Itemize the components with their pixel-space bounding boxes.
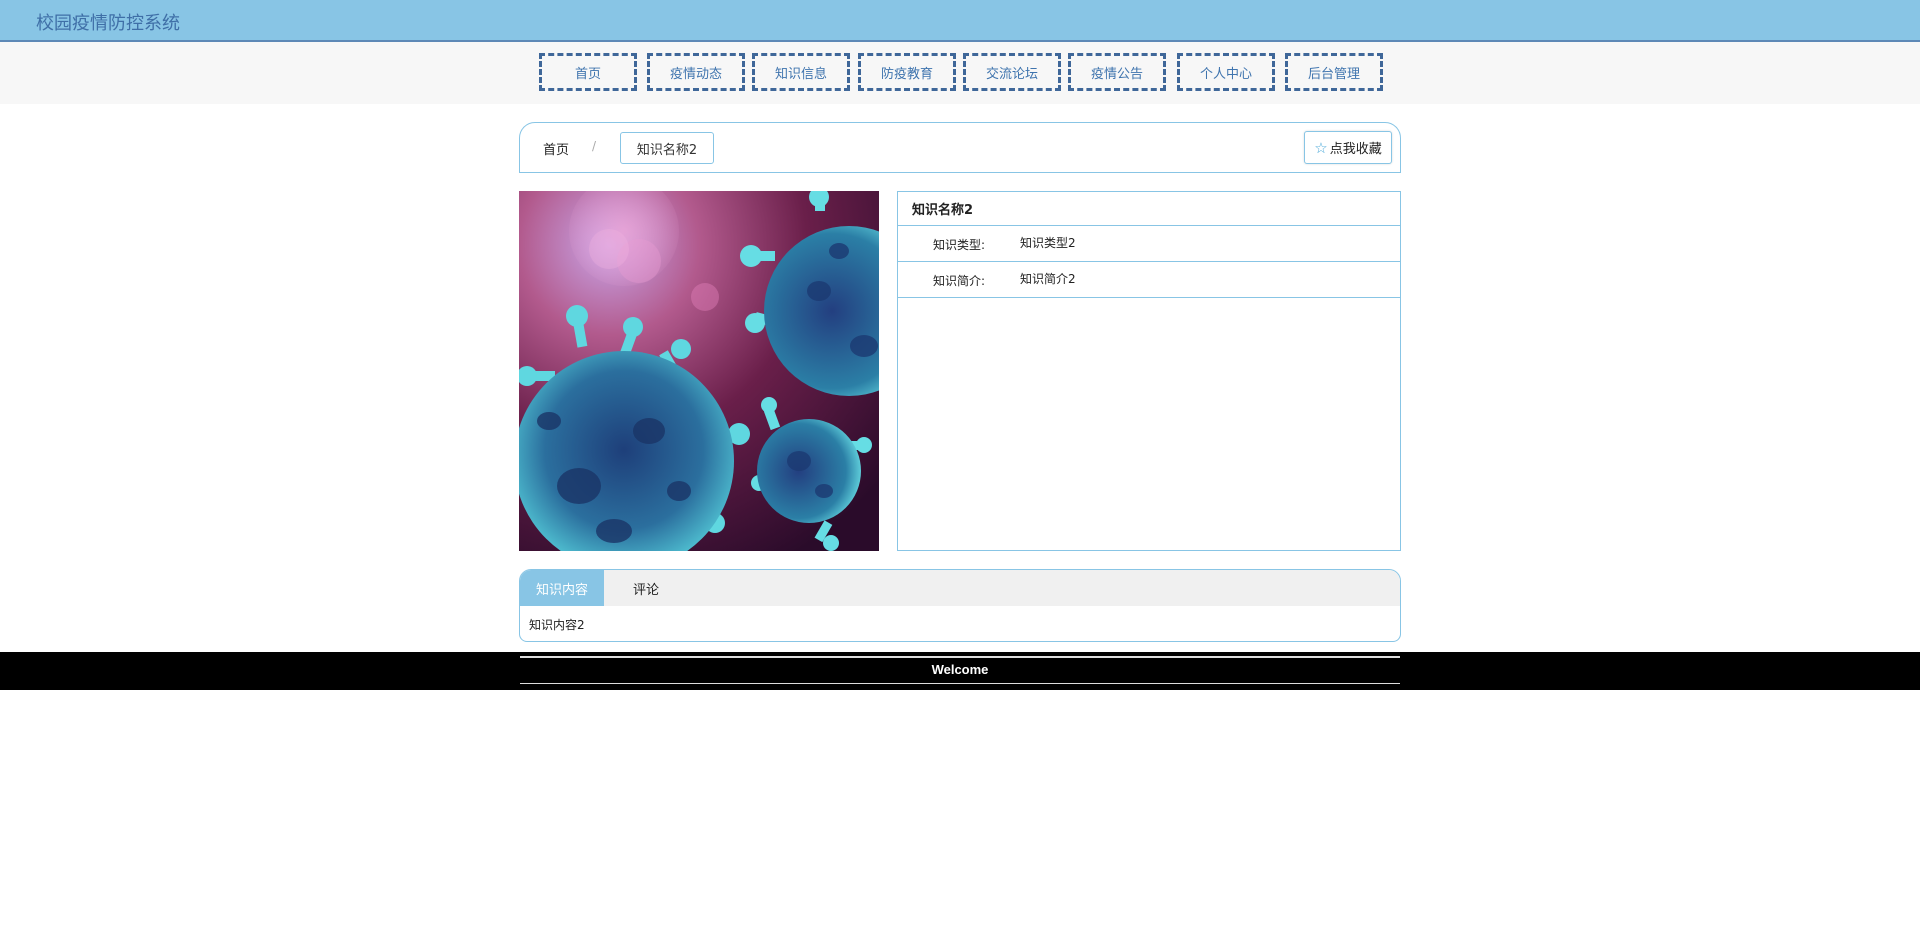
- nav-item-announcements[interactable]: 疫情公告: [1068, 53, 1166, 91]
- summary-label: 知识简介:: [933, 274, 986, 288]
- breadcrumb-current: 知识名称2: [620, 132, 714, 164]
- nav-item-admin[interactable]: 后台管理: [1285, 53, 1383, 91]
- breadcrumb-separator: /: [592, 139, 597, 153]
- star-icon: ☆: [1314, 138, 1328, 157]
- tab-content-text: 知识内容2: [529, 618, 585, 632]
- summary-value: 知识简介2: [1020, 272, 1076, 286]
- footer-divider-top: [520, 656, 1400, 658]
- site-title: 校园疫情防控系统: [36, 13, 180, 34]
- nav-item-knowledge[interactable]: 知识信息: [752, 53, 850, 91]
- favorite-button[interactable]: ☆ 点我收藏: [1304, 131, 1392, 164]
- main-nav: 首页 疫情动态 知识信息 防疫教育 交流论坛 疫情公告 个人中心 后台管理: [0, 42, 1920, 104]
- knowledge-detail-panel: 知识名称2 知识类型: 知识类型2 知识简介: 知识简介2: [897, 191, 1401, 551]
- top-header-bar: 校园疫情防控系统: [0, 0, 1920, 42]
- tabs-header: 知识内容 评论: [520, 570, 1400, 606]
- breadcrumb: 首页 / 知识名称2 ☆ 点我收藏: [519, 122, 1401, 173]
- content-tabs: 知识内容 评论 知识内容2: [519, 569, 1401, 642]
- favorite-button-label: 点我收藏: [1329, 142, 1382, 157]
- tab-knowledge-content[interactable]: 知识内容: [520, 570, 604, 606]
- type-label: 知识类型:: [933, 238, 986, 252]
- knowledge-title: 知识名称2: [898, 192, 1400, 226]
- detail-row-summary: 知识简介: 知识简介2: [898, 262, 1400, 298]
- detail-row-type: 知识类型: 知识类型2: [898, 226, 1400, 262]
- footer-welcome-text: Welcome: [931, 662, 989, 677]
- virus-illustration: [519, 191, 879, 551]
- footer: Welcome: [0, 652, 1920, 690]
- nav-item-prevention-education[interactable]: 防疫教育: [858, 53, 956, 91]
- tab-comments[interactable]: 评论: [604, 570, 688, 606]
- nav-item-home[interactable]: 首页: [539, 53, 637, 91]
- breadcrumb-home-link[interactable]: 首页: [543, 139, 569, 158]
- type-value: 知识类型2: [1020, 236, 1076, 250]
- nav-item-epidemic-news[interactable]: 疫情动态: [647, 53, 745, 91]
- nav-item-user-center[interactable]: 个人中心: [1177, 53, 1275, 91]
- footer-divider-bottom: [520, 683, 1400, 684]
- knowledge-image: [519, 191, 879, 551]
- nav-item-forum[interactable]: 交流论坛: [963, 53, 1061, 91]
